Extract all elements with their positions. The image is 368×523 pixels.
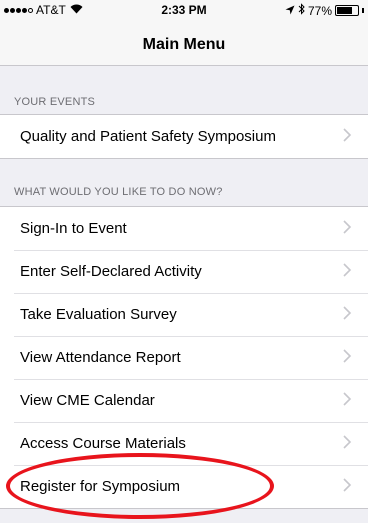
list-item-register-symposium[interactable]: Register for Symposium: [0, 465, 368, 508]
section-header-your-events: YOUR EVENTS: [14, 96, 96, 108]
chevron-right-icon: [343, 478, 352, 492]
list-item-course-materials[interactable]: Access Course Materials: [0, 422, 368, 465]
list-item-label: Take Evaluation Survey: [20, 306, 177, 323]
status-bar: AT&T 2:33 PM 77%: [0, 0, 368, 20]
chevron-right-icon: [343, 220, 352, 234]
chevron-right-icon: [343, 349, 352, 363]
list-item-evaluation-survey[interactable]: Take Evaluation Survey: [0, 293, 368, 336]
list-item-label: Quality and Patient Safety Symposium: [20, 128, 276, 145]
chevron-right-icon: [343, 263, 352, 277]
navigation-bar: AT&T 2:33 PM 77% Main Menu: [0, 0, 368, 66]
screen: AT&T 2:33 PM 77% Main Menu YOUR EVENTS Q…: [0, 0, 368, 523]
battery-percent: 77%: [307, 3, 332, 18]
list-item-label: View Attendance Report: [20, 349, 181, 366]
list-item-event[interactable]: Quality and Patient Safety Symposium: [0, 115, 368, 158]
list-item-attendance-report[interactable]: View Attendance Report: [0, 336, 368, 379]
location-arrow-icon: [285, 4, 295, 18]
list-item-self-declared-activity[interactable]: Enter Self-Declared Activity: [0, 250, 368, 293]
list-item-label: Access Course Materials: [20, 435, 186, 452]
list-item-sign-in[interactable]: Sign-In to Event: [0, 207, 368, 250]
chevron-right-icon: [343, 306, 352, 320]
chevron-right-icon: [343, 435, 352, 449]
list-item-label: Register for Symposium: [20, 478, 181, 495]
list-item-label: Sign-In to Event: [20, 220, 127, 237]
bluetooth-icon: [298, 3, 305, 18]
battery-fill: [337, 7, 353, 14]
list-item-label: Enter Self-Declared Activity: [20, 263, 202, 280]
status-right: 77%: [285, 3, 364, 18]
battery-tip: [362, 8, 364, 13]
actions-list: Sign-In to Event Enter Self-Declared Act…: [0, 206, 368, 509]
battery-icon: [335, 5, 359, 16]
page-title: Main Menu: [142, 36, 226, 53]
chevron-right-icon: [343, 128, 352, 142]
list-item-label: View CME Calendar: [20, 392, 155, 409]
chevron-right-icon: [343, 392, 352, 406]
your-events-list: Quality and Patient Safety Symposium: [0, 114, 368, 159]
section-header-actions: WHAT WOULD YOU LIKE TO DO NOW?: [14, 186, 223, 198]
list-item-cme-calendar[interactable]: View CME Calendar: [0, 379, 368, 422]
